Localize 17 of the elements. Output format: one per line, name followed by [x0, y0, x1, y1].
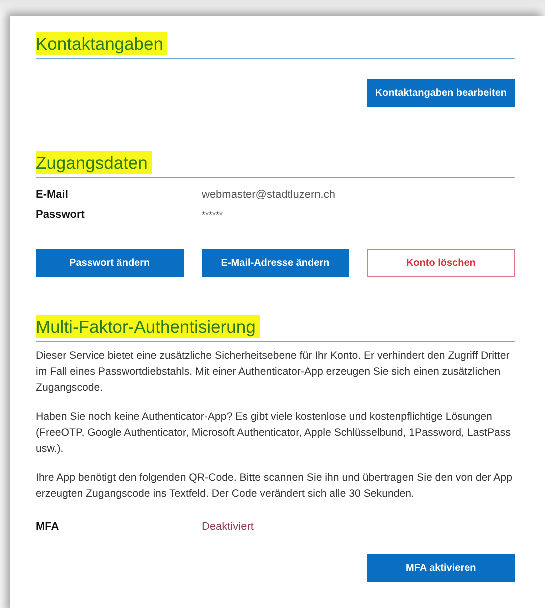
description-paragraph: Dieser Service bietet eine zusätzliche Sicherheitsebene für Ihr Konto. Er verhindert den Zugriff Dritter im Fall eines Passwortdiebstahls. Mit einer Authenticator-App erzeugen Sie sich einen zusätzlichen Zugangscode. [36, 349, 511, 396]
field-label: Passwort [36, 208, 86, 222]
action-button[interactable]: MFA aktivieren [367, 554, 515, 582]
action-button[interactable]: Passwort ändern [36, 249, 184, 277]
delete-button[interactable]: Konto löschen [367, 249, 515, 277]
field-label: E-Mail [36, 188, 70, 202]
description-paragraph: Ihre App benötigt den folgenden QR-Code. Bitte scannen Sie ihn und übertragen Sie den von der App erzeugten Zugangscode ins Textfeld. Der Code verändert sich alle 30 Sekunden. [36, 471, 514, 502]
field-value: ****** [202, 210, 224, 220]
action-button[interactable]: E-Mail-Adresse ändern [202, 249, 350, 277]
section-heading: Multi-Faktor-Authentisierung [36, 315, 260, 338]
description-paragraph: Haben Sie noch keine Authenticator-App? Es gibt viele kostenlose und kostenpflichtige Lösungen (FreeOTP, Google Authenticator, Microsoft Authenticator, Apple Schlüsselbund, 1Password, LastPass usw.). [36, 410, 512, 457]
section-heading: Zugangsdaten [36, 151, 152, 174]
field-value: Deaktiviert [202, 521, 254, 533]
field-label: MFA [36, 520, 60, 534]
action-button[interactable]: Kontaktangaben bearbeiten [367, 79, 515, 107]
field-value: webmaster@stadtluzern.ch [202, 189, 336, 201]
section-heading: Kontaktangaben [36, 32, 168, 55]
